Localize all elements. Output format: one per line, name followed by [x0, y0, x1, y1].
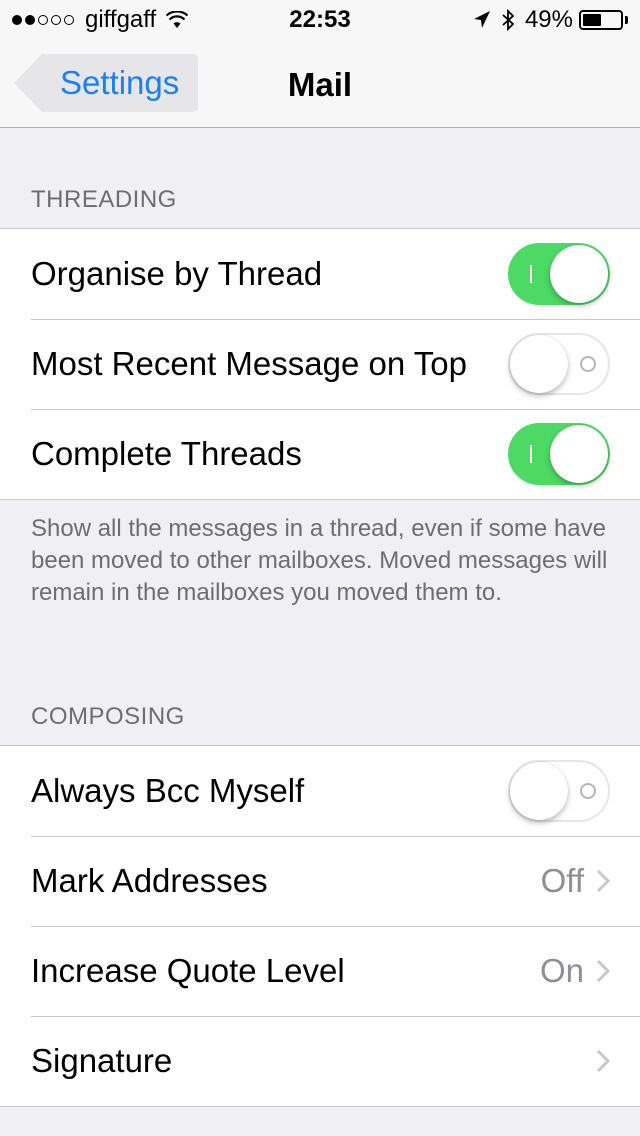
- status-bar: giffgaff 22:53 49%: [0, 0, 640, 40]
- battery-percentage: 49%: [524, 6, 573, 33]
- row-signature[interactable]: Signature: [0, 1016, 640, 1106]
- complete-threads-toggle[interactable]: [508, 423, 610, 485]
- row-mark-addresses[interactable]: Mark Addresses Off: [0, 836, 640, 926]
- threading-footer: Show all the messages in a thread, even …: [31, 515, 608, 606]
- chevron-right-icon: [596, 1049, 610, 1073]
- row-complete-threads: Complete Threads: [0, 409, 640, 499]
- toggle-knob: [510, 335, 568, 393]
- toggle-on-mark: [530, 265, 532, 283]
- bluetooth-icon: [502, 8, 515, 32]
- toggle-off-mark: [580, 356, 596, 372]
- row-label: Mark Addresses: [31, 862, 268, 899]
- location-arrow-icon: [473, 11, 490, 28]
- row-value: Off: [540, 862, 584, 899]
- battery-icon: [579, 10, 623, 30]
- navigation-bar: Settings Mail: [0, 40, 640, 128]
- row-organise-by-thread: Organise by Thread: [0, 229, 640, 319]
- always-bcc-myself-toggle[interactable]: [508, 760, 610, 822]
- section-header-composing: COMPOSING: [31, 703, 185, 730]
- threading-group: Organise by Thread Most Recent Message o…: [0, 228, 640, 500]
- row-always-bcc-myself: Always Bcc Myself: [0, 746, 640, 836]
- row-label: Signature: [31, 1042, 173, 1079]
- section-header-threading: THREADING: [31, 186, 177, 213]
- status-right: 49%: [473, 6, 628, 34]
- row-most-recent-message-on-top: Most Recent Message on Top: [0, 319, 640, 409]
- chevron-right-icon: [596, 869, 610, 893]
- row-label: Most Recent Message on Top: [31, 345, 467, 382]
- composing-group: Always Bcc Myself Mark Addresses Off Inc…: [0, 745, 640, 1107]
- page-title: Mail: [287, 66, 353, 103]
- most-recent-on-top-toggle[interactable]: [508, 333, 610, 395]
- row-label: Complete Threads: [31, 435, 302, 472]
- row-label: Increase Quote Level: [31, 952, 345, 989]
- row-label: Always Bcc Myself: [31, 772, 305, 809]
- toggle-on-mark: [530, 445, 532, 463]
- row-label: Organise by Thread: [31, 255, 323, 292]
- battery-fill: [583, 14, 601, 26]
- organise-by-thread-toggle[interactable]: [508, 243, 610, 305]
- chevron-right-icon: [596, 959, 610, 983]
- row-value: On: [539, 952, 584, 989]
- toggle-knob: [550, 245, 608, 303]
- row-increase-quote-level[interactable]: Increase Quote Level On: [0, 926, 640, 1016]
- toggle-knob: [550, 425, 608, 483]
- toggle-knob: [510, 762, 568, 820]
- battery-tip: [625, 16, 628, 24]
- toggle-off-mark: [580, 783, 596, 799]
